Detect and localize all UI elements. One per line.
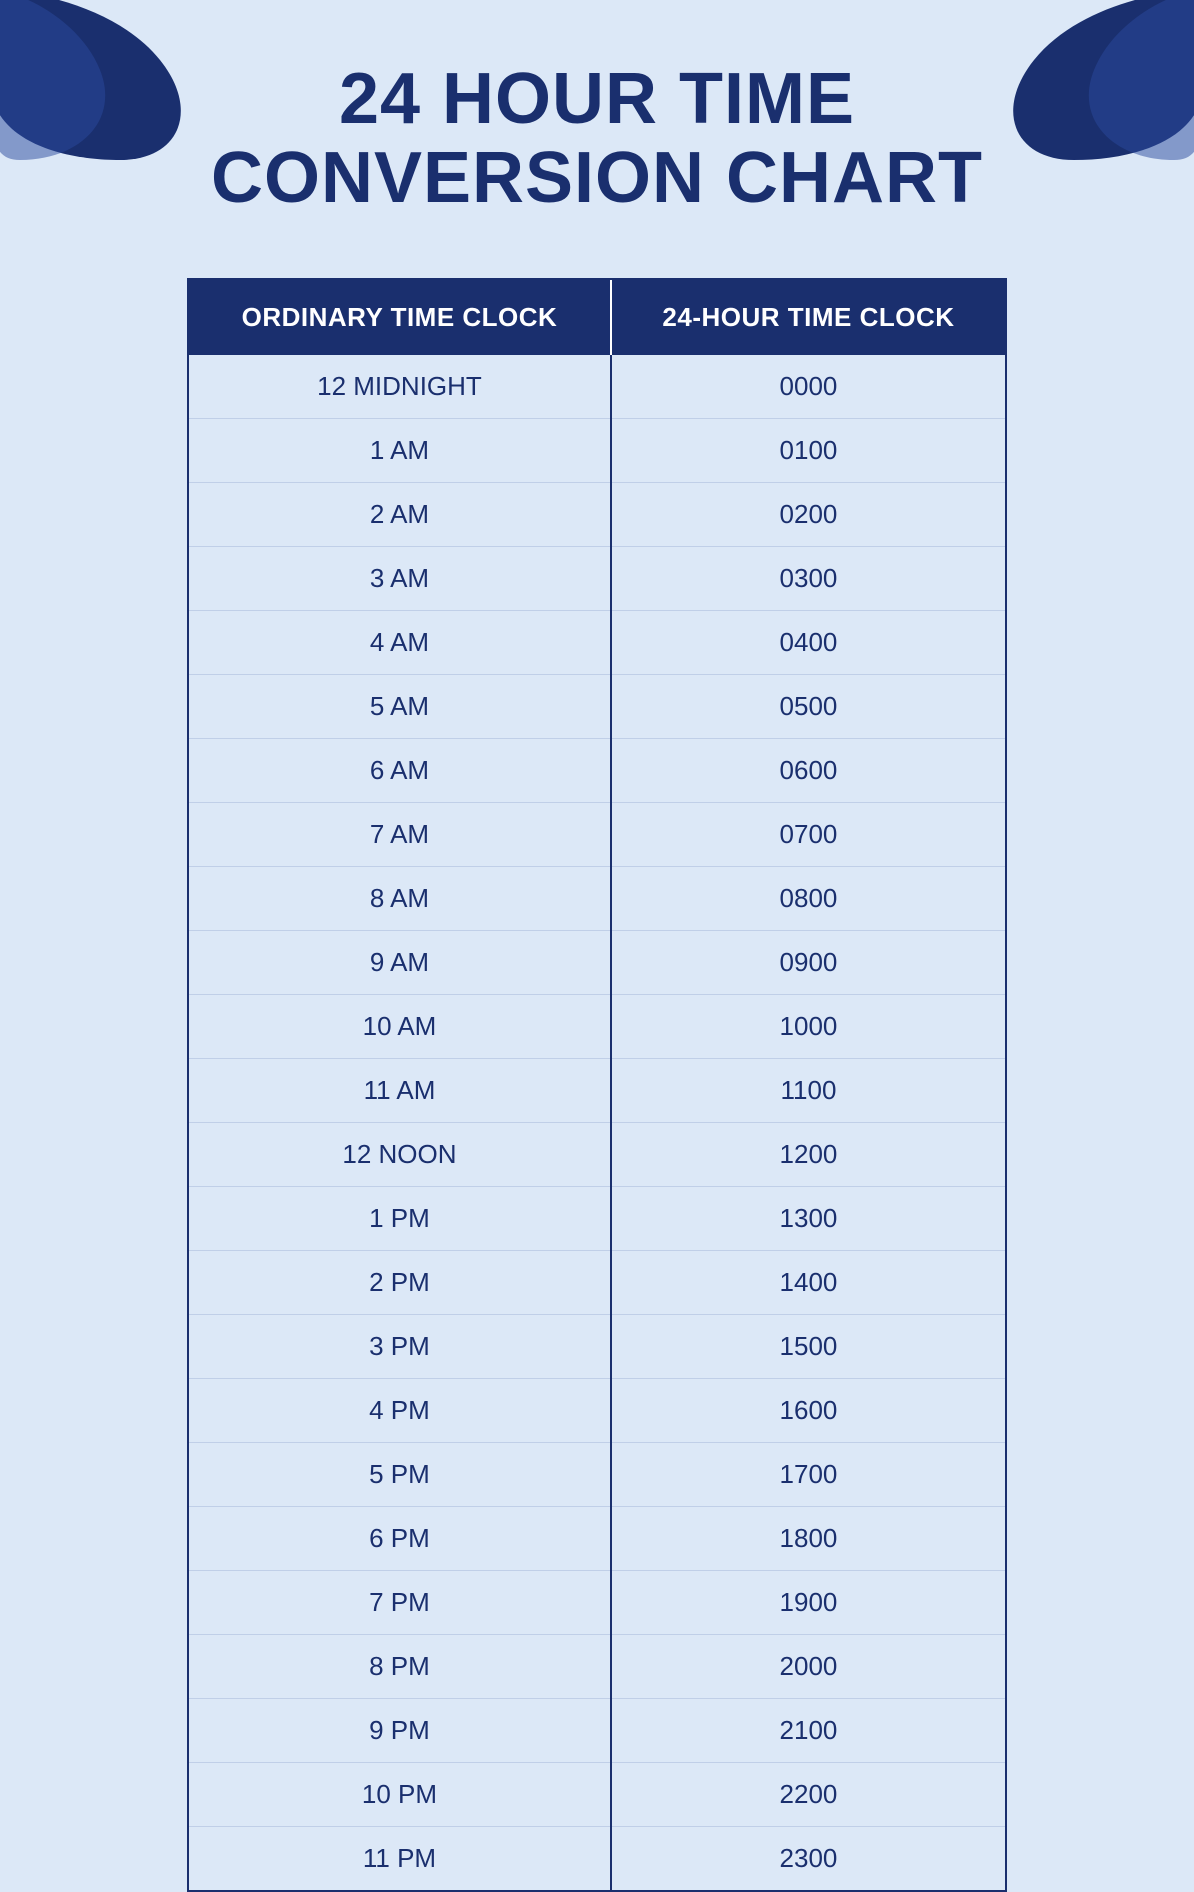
military-time-cell: 1300 <box>611 1187 1005 1251</box>
ordinary-time-cell: 8 PM <box>189 1635 611 1699</box>
table-row: 2 AM0200 <box>189 483 1005 547</box>
table-row: 1 AM0100 <box>189 419 1005 483</box>
table-row: 5 PM1700 <box>189 1443 1005 1507</box>
ordinary-time-cell: 5 AM <box>189 675 611 739</box>
military-time-cell: 1900 <box>611 1571 1005 1635</box>
ordinary-time-cell: 6 AM <box>189 739 611 803</box>
military-time-cell: 0600 <box>611 739 1005 803</box>
page-title: 24 HOUR TIME CONVERSION CHART <box>151 60 1043 218</box>
page-title-line1: 24 HOUR TIME <box>211 60 983 139</box>
ordinary-time-cell: 11 PM <box>189 1827 611 1891</box>
table-row: 7 AM0700 <box>189 803 1005 867</box>
table-row: 2 PM1400 <box>189 1251 1005 1315</box>
col-header-military: 24-HOUR TIME CLOCK <box>611 280 1005 355</box>
military-time-cell: 0000 <box>611 355 1005 419</box>
ordinary-time-cell: 1 AM <box>189 419 611 483</box>
ordinary-time-cell: 7 PM <box>189 1571 611 1635</box>
table-row: 8 AM0800 <box>189 867 1005 931</box>
table-row: 11 AM1100 <box>189 1059 1005 1123</box>
military-time-cell: 0800 <box>611 867 1005 931</box>
table-row: 10 PM2200 <box>189 1763 1005 1827</box>
table-row: 12 MIDNIGHT0000 <box>189 355 1005 419</box>
ordinary-time-cell: 3 PM <box>189 1315 611 1379</box>
table-row: 11 PM2300 <box>189 1827 1005 1891</box>
military-time-cell: 0500 <box>611 675 1005 739</box>
military-time-cell: 1200 <box>611 1123 1005 1187</box>
ordinary-time-cell: 10 PM <box>189 1763 611 1827</box>
table-row: 9 PM2100 <box>189 1699 1005 1763</box>
military-time-cell: 0300 <box>611 547 1005 611</box>
military-time-cell: 0700 <box>611 803 1005 867</box>
ordinary-time-cell: 5 PM <box>189 1443 611 1507</box>
table-row: 7 PM1900 <box>189 1571 1005 1635</box>
table-row: 5 AM0500 <box>189 675 1005 739</box>
table-row: 3 PM1500 <box>189 1315 1005 1379</box>
military-time-cell: 2000 <box>611 1635 1005 1699</box>
table-row: 8 PM2000 <box>189 1635 1005 1699</box>
table-row: 12 NOON1200 <box>189 1123 1005 1187</box>
military-time-cell: 0100 <box>611 419 1005 483</box>
conversion-table: ORDINARY TIME CLOCK 24-HOUR TIME CLOCK 1… <box>189 280 1005 1890</box>
military-time-cell: 0200 <box>611 483 1005 547</box>
table-row: 6 PM1800 <box>189 1507 1005 1571</box>
ordinary-time-cell: 9 AM <box>189 931 611 995</box>
ordinary-time-cell: 11 AM <box>189 1059 611 1123</box>
military-time-cell: 1800 <box>611 1507 1005 1571</box>
ordinary-time-cell: 12 NOON <box>189 1123 611 1187</box>
col-header-ordinary: ORDINARY TIME CLOCK <box>189 280 611 355</box>
military-time-cell: 1600 <box>611 1379 1005 1443</box>
conversion-table-container: ORDINARY TIME CLOCK 24-HOUR TIME CLOCK 1… <box>187 278 1007 1892</box>
ordinary-time-cell: 9 PM <box>189 1699 611 1763</box>
ordinary-time-cell: 8 AM <box>189 867 611 931</box>
page: 24 HOUR TIME CONVERSION CHART ORDINARY T… <box>0 0 1194 1683</box>
table-row: 10 AM1000 <box>189 995 1005 1059</box>
ordinary-time-cell: 2 AM <box>189 483 611 547</box>
table-row: 3 AM0300 <box>189 547 1005 611</box>
military-time-cell: 0900 <box>611 931 1005 995</box>
military-time-cell: 1100 <box>611 1059 1005 1123</box>
ordinary-time-cell: 7 AM <box>189 803 611 867</box>
table-row: 4 PM1600 <box>189 1379 1005 1443</box>
military-time-cell: 1500 <box>611 1315 1005 1379</box>
military-time-cell: 1400 <box>611 1251 1005 1315</box>
military-time-cell: 1000 <box>611 995 1005 1059</box>
ordinary-time-cell: 6 PM <box>189 1507 611 1571</box>
ordinary-time-cell: 2 PM <box>189 1251 611 1315</box>
military-time-cell: 1700 <box>611 1443 1005 1507</box>
ordinary-time-cell: 4 PM <box>189 1379 611 1443</box>
table-row: 4 AM0400 <box>189 611 1005 675</box>
table-header-row: ORDINARY TIME CLOCK 24-HOUR TIME CLOCK <box>189 280 1005 355</box>
table-row: 6 AM0600 <box>189 739 1005 803</box>
table-body: 12 MIDNIGHT00001 AM01002 AM02003 AM03004… <box>189 355 1005 1890</box>
military-time-cell: 0400 <box>611 611 1005 675</box>
ordinary-time-cell: 3 AM <box>189 547 611 611</box>
military-time-cell: 2200 <box>611 1763 1005 1827</box>
ordinary-time-cell: 10 AM <box>189 995 611 1059</box>
ordinary-time-cell: 4 AM <box>189 611 611 675</box>
military-time-cell: 2300 <box>611 1827 1005 1891</box>
page-title-line2: CONVERSION CHART <box>211 139 983 218</box>
ordinary-time-cell: 1 PM <box>189 1187 611 1251</box>
table-row: 1 PM1300 <box>189 1187 1005 1251</box>
table-row: 9 AM0900 <box>189 931 1005 995</box>
ordinary-time-cell: 12 MIDNIGHT <box>189 355 611 419</box>
military-time-cell: 2100 <box>611 1699 1005 1763</box>
